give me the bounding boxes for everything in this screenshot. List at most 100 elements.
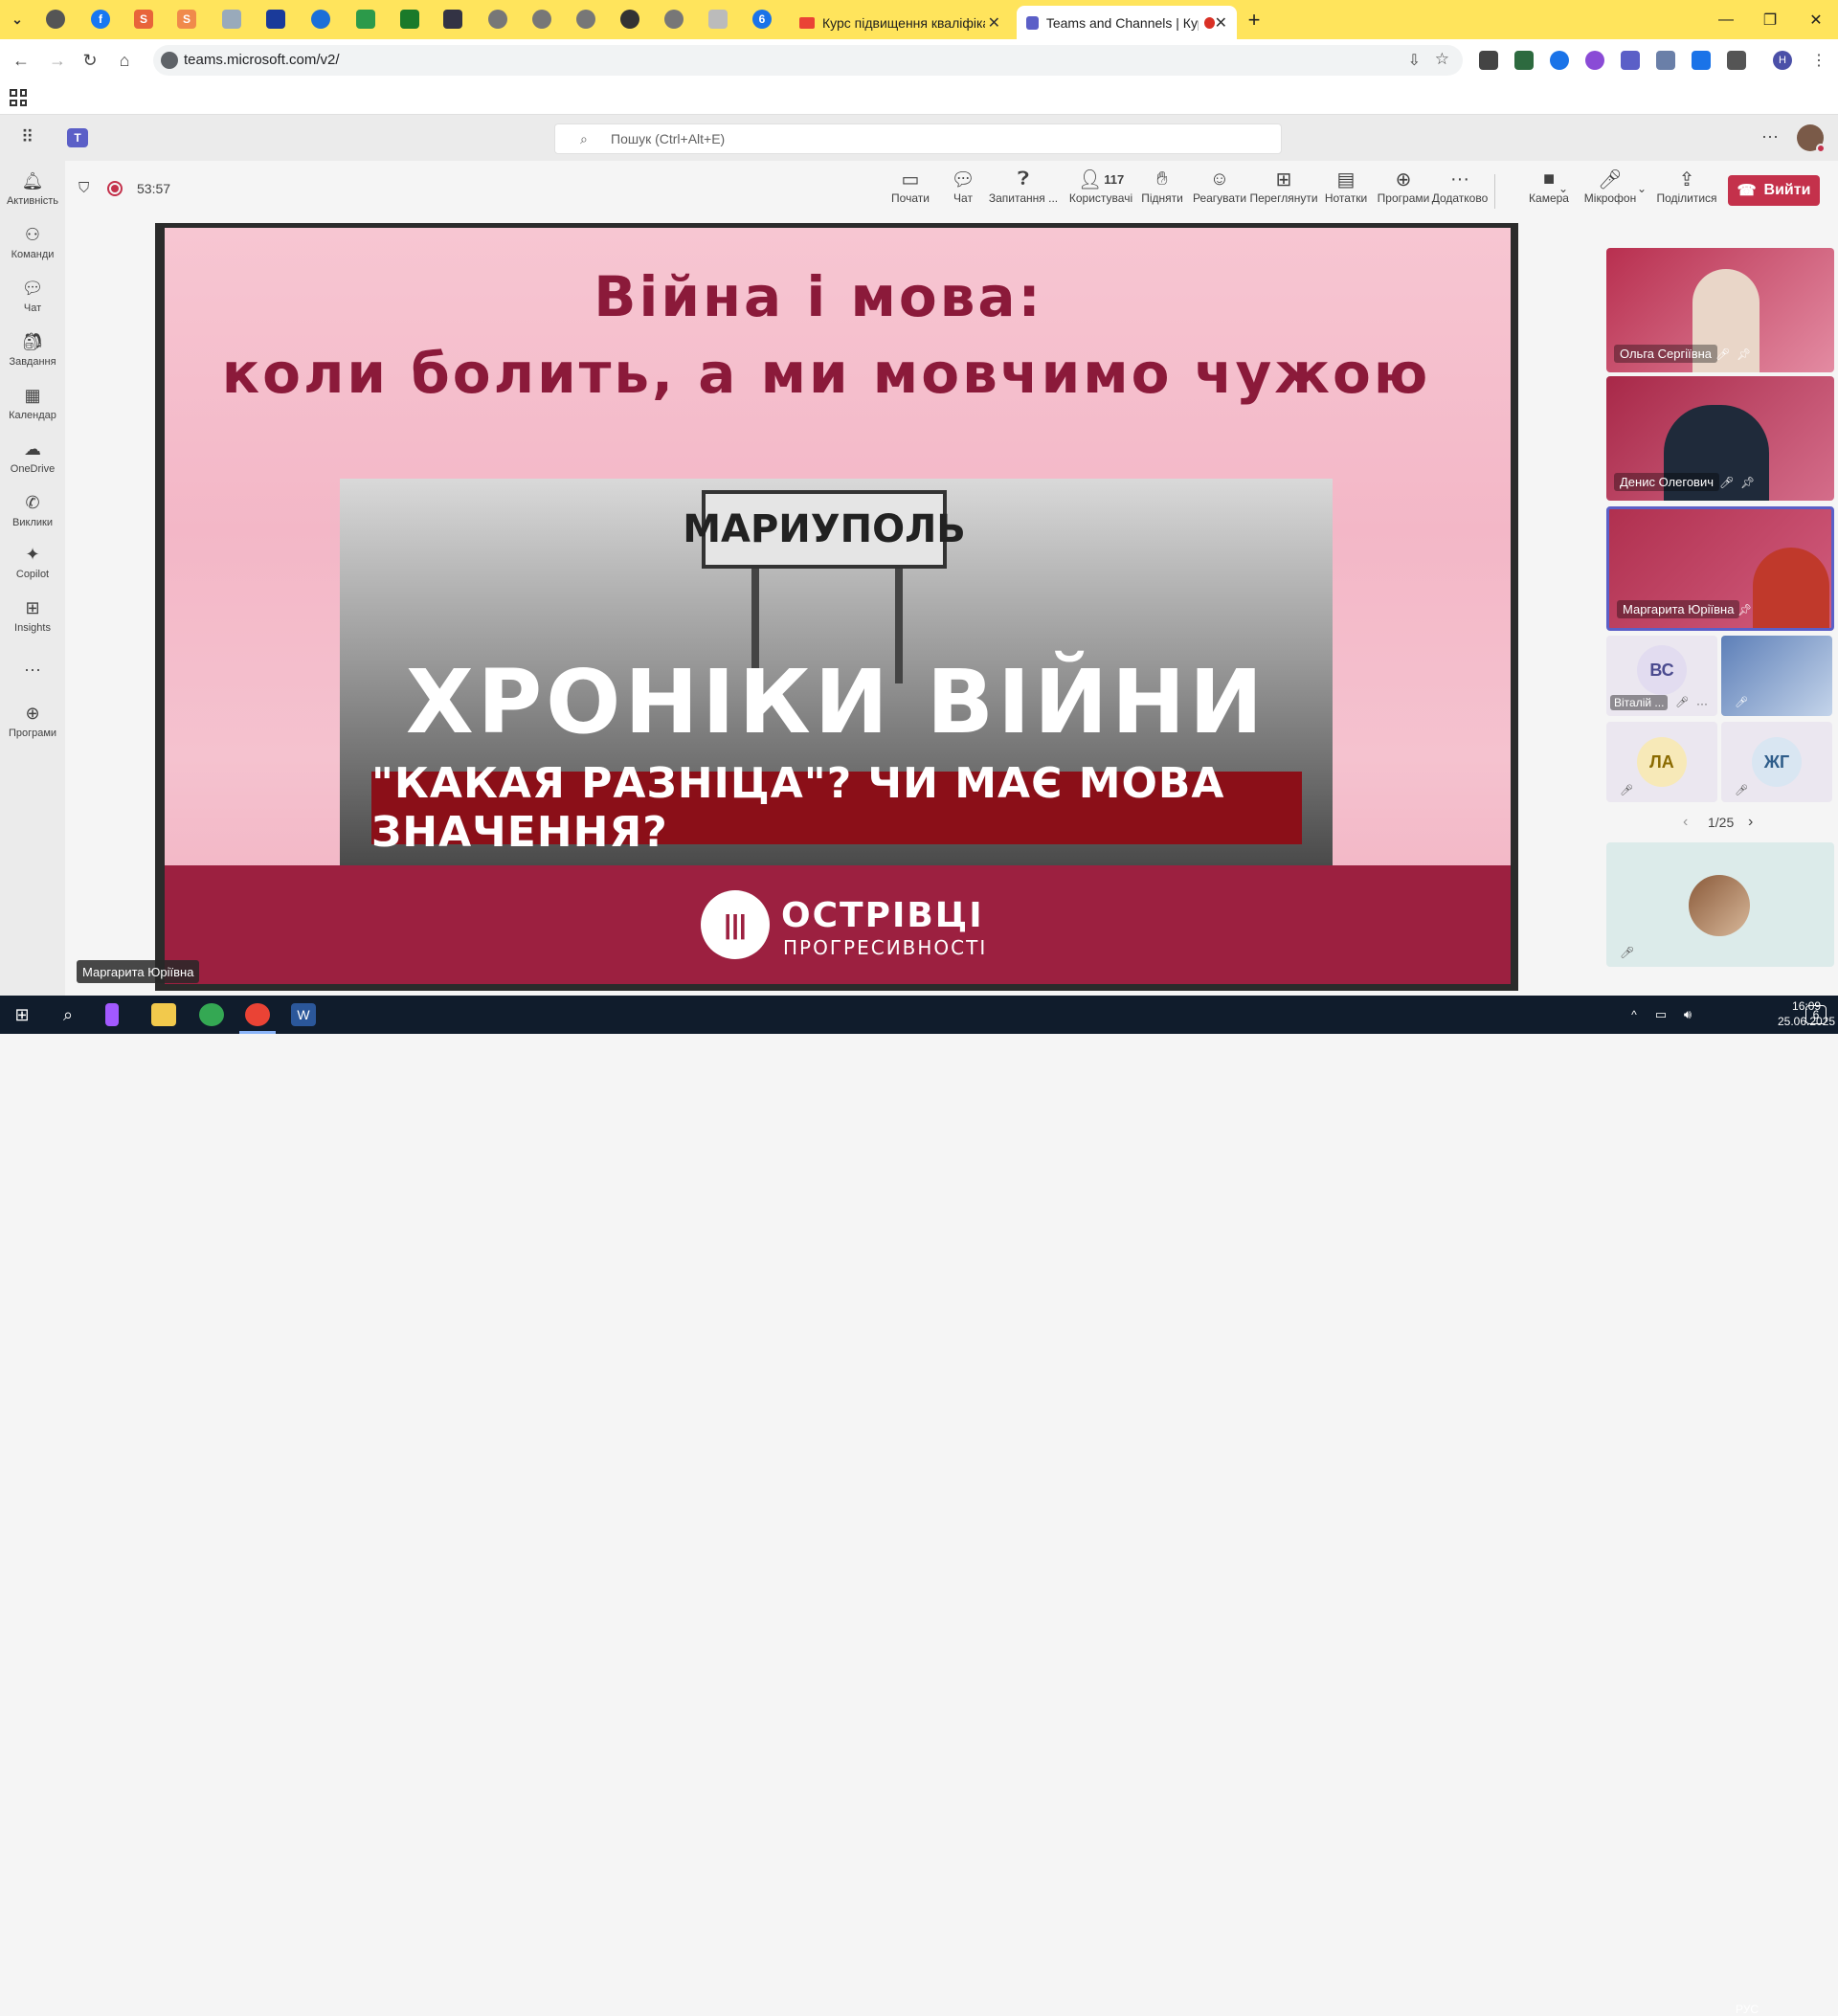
pin-icon[interactable]: 📌︎ [1737, 603, 1752, 616]
pinned-tab-icon-10[interactable] [576, 10, 595, 29]
s-app-icon-2[interactable]: S [177, 10, 196, 29]
people-button[interactable]: 👤︎ 117 Користувачі [1066, 167, 1135, 216]
pinned-tab-icon-12[interactable] [664, 10, 684, 29]
camera-options-chevron-icon[interactable]: ⌄ [1558, 182, 1568, 195]
react-button[interactable]: ☺ Реагувати [1189, 167, 1250, 216]
participant-tile-small[interactable]: 🎤︎ [1721, 636, 1832, 716]
apps-button[interactable]: ⊕ Програми [1375, 167, 1432, 216]
close-icon[interactable]: ✕ [988, 13, 1000, 33]
pinned-tab-icon-4[interactable] [311, 10, 330, 29]
pinned-tab-icon-11[interactable] [620, 10, 639, 29]
tray-chevron-icon[interactable]: ^ [1622, 1003, 1647, 1026]
qa-button[interactable]: ❓︎ Запитання ... [989, 167, 1058, 216]
pinned-tab-icon-8[interactable] [488, 10, 507, 29]
bookmark-star-icon[interactable]: ☆ [1435, 50, 1449, 69]
raise-hand-button[interactable]: ✋︎ Підняти [1137, 167, 1187, 216]
pinned-tab-icon-3[interactable] [266, 10, 285, 29]
rail-onedrive[interactable]: ☁︎ OneDrive [0, 438, 65, 488]
app-launcher-icon[interactable]: ⠿ [21, 127, 34, 147]
rail-calls[interactable]: ✆ Виклики [0, 492, 65, 542]
share-button[interactable]: ⇪ Поділитися [1656, 167, 1717, 216]
more-button[interactable]: ··· Додатково [1430, 167, 1490, 216]
pinned-tab-icon-2[interactable] [222, 10, 241, 29]
tab-search-icon[interactable]: ⌄ [8, 10, 27, 29]
pager-next-icon[interactable]: › [1748, 814, 1753, 831]
search-input[interactable]: ⌕ Пошук (Ctrl+Alt+E) [554, 123, 1282, 154]
start-icon[interactable]: ⊞ [10, 1003, 34, 1026]
pinned-tab-icon-14[interactable]: 6 [752, 10, 772, 29]
extensions-puzzle-icon[interactable] [1727, 51, 1746, 70]
rail-more[interactable]: ··· [0, 659, 65, 708]
network-icon[interactable]: ▭ [1648, 1003, 1673, 1026]
pin-icon[interactable]: 📌︎ [1740, 476, 1755, 489]
facebook-icon[interactable]: f [91, 10, 110, 29]
tab-teams[interactable]: Teams and Channels | Курс ✕ [1017, 6, 1237, 39]
rail-calendar[interactable]: ▦ Календар [0, 385, 65, 435]
view-button[interactable]: ⊞ Переглянути [1248, 167, 1319, 216]
pin-icon[interactable]: 📌︎ [1737, 347, 1751, 361]
back-button[interactable]: ← [8, 47, 34, 74]
volume-icon[interactable]: 🔊︎ [1675, 1003, 1700, 1026]
participant-tile-small[interactable]: ЖГ 🎤︎ [1721, 722, 1832, 802]
chrome-icon[interactable] [199, 1003, 224, 1026]
browser-menu-icon[interactable]: ⋮ [1809, 51, 1828, 70]
start-button[interactable]: ▭ Почати [885, 167, 935, 216]
apps-grid-icon[interactable] [10, 89, 27, 106]
omnibox[interactable]: teams.microsoft.com/v2/ ⇩ ☆ [153, 45, 1463, 76]
new-tab-button[interactable]: + [1235, 0, 1273, 39]
teams-logo-icon[interactable]: T [67, 128, 88, 147]
extension-icon-6[interactable] [1656, 51, 1675, 70]
participant-tile[interactable]: Денис Олегович 🎤︎ 📌︎ [1606, 376, 1834, 501]
home-icon[interactable]: ⌂ [111, 47, 138, 74]
pinned-tab-icon[interactable] [46, 10, 65, 29]
self-view-tile[interactable]: 🎤︎ [1606, 842, 1834, 967]
profile-avatar[interactable]: H [1773, 51, 1792, 70]
participant-tile-small[interactable]: ВС Віталій ... 🎤︎ ··· [1606, 636, 1717, 716]
shield-icon[interactable]: ⛉ [78, 180, 89, 196]
rail-insights[interactable]: ⊞ Insights [0, 597, 65, 647]
more-options-icon[interactable]: ··· [1761, 126, 1779, 146]
pinned-tab-icon-7[interactable] [443, 10, 462, 29]
extension-icon-3[interactable] [1550, 51, 1569, 70]
pinned-tab-icon-13[interactable] [708, 10, 728, 29]
forward-button[interactable]: → [44, 47, 71, 74]
notes-button[interactable]: ▤ Нотатки [1321, 167, 1371, 216]
url-text[interactable]: teams.microsoft.com/v2/ [184, 52, 340, 68]
extension-icon-5[interactable] [1621, 51, 1640, 70]
chrome-active-icon[interactable] [245, 1003, 270, 1026]
search-icon[interactable]: ⌕ [56, 1003, 80, 1026]
site-info-icon[interactable] [161, 52, 178, 69]
chat-button[interactable]: 💬︎ Чат [942, 167, 984, 216]
participant-tile-small[interactable]: ЛА 🎤︎ [1606, 722, 1717, 802]
word-icon[interactable]: W [291, 1003, 316, 1026]
extension-icon-1[interactable] [1479, 51, 1498, 70]
s-app-icon[interactable]: S [134, 10, 153, 29]
install-icon[interactable]: ⇩ [1408, 51, 1421, 70]
minimize-button[interactable]: — [1704, 0, 1748, 39]
leave-button[interactable]: ☎︎ Вийти [1728, 175, 1820, 206]
mic-button[interactable]: 🎤︎ Мікрофон [1581, 167, 1639, 216]
file-explorer-icon[interactable] [151, 1003, 176, 1026]
close-icon[interactable]: ✕ [1215, 13, 1227, 33]
tab-course[interactable]: Курс підвищення кваліфікаці ✕ [790, 6, 1010, 39]
rail-teams[interactable]: ⚇ Команди [0, 224, 65, 274]
rail-activity[interactable]: 🔔︎ Активність [0, 170, 65, 220]
rail-apps[interactable]: ⊕ Програми [0, 703, 65, 752]
more-icon[interactable]: ··· [1696, 697, 1708, 710]
pinned-tab-icon-6[interactable] [400, 10, 419, 29]
keyboard-language[interactable]: РУС [1736, 2003, 1759, 2016]
pager-prev-icon[interactable]: ‹ [1683, 814, 1688, 831]
reload-button[interactable]: ↻ [77, 47, 103, 74]
mic-options-chevron-icon[interactable]: ⌄ [1637, 182, 1647, 195]
figma-icon[interactable] [105, 1003, 119, 1026]
close-window-button[interactable]: ✕ [1794, 0, 1838, 39]
rail-assignments[interactable]: 🎒︎ Завдання [0, 331, 65, 381]
extension-icon-2[interactable] [1514, 51, 1534, 70]
shield-extension-icon[interactable] [1692, 51, 1711, 70]
participant-tile-speaking[interactable]: Маргарита Юріївна 📌︎ [1606, 506, 1834, 631]
rail-chat[interactable]: 💬︎ Чат [0, 278, 65, 327]
pinned-tab-icon-9[interactable] [532, 10, 551, 29]
extension-icon-4[interactable] [1585, 51, 1604, 70]
pinned-tab-icon-5[interactable] [356, 10, 375, 29]
system-clock[interactable]: 16:09 25.06.2025 [1778, 998, 1835, 1029]
